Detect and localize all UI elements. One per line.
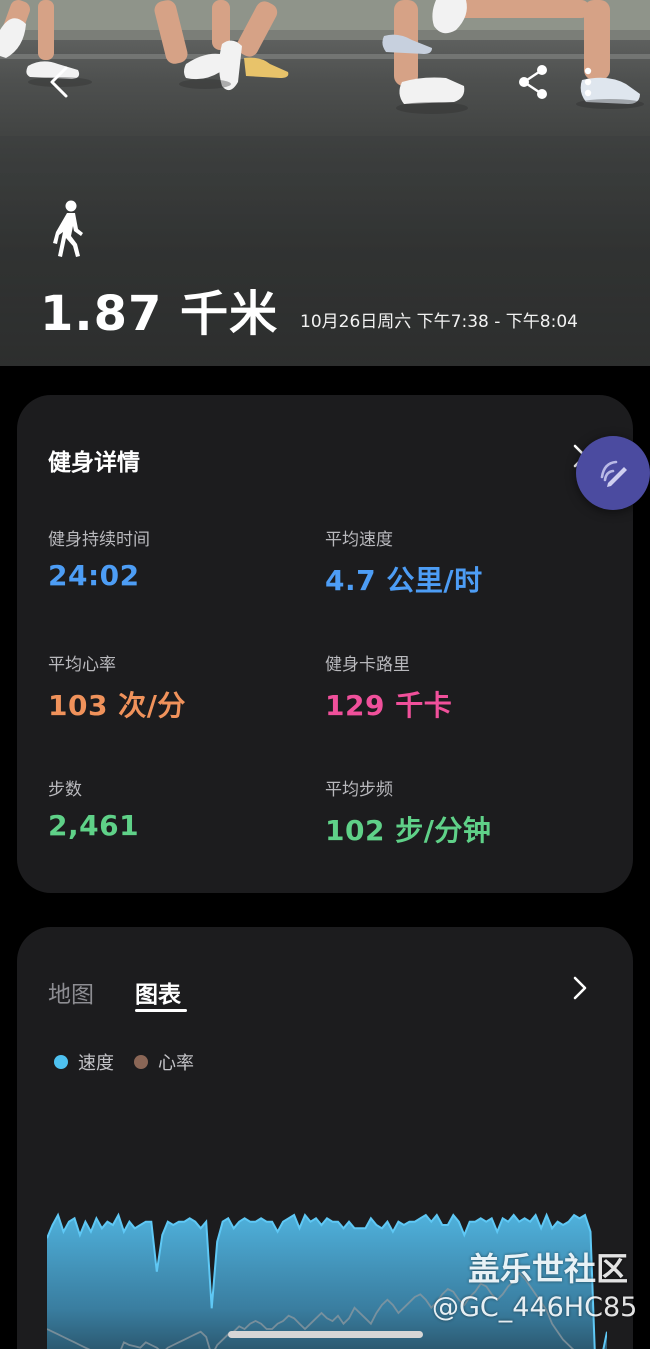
chevron-right-icon xyxy=(573,976,587,1000)
stat-value: 4.7 公里/时 xyxy=(325,564,483,597)
stat-label: 平均心率 xyxy=(48,655,116,675)
tab-map[interactable]: 地图 xyxy=(48,975,94,1009)
stat-value: 24:02 xyxy=(48,559,140,592)
stat-label: 健身卡路里 xyxy=(325,655,410,675)
stat-label: 平均步频 xyxy=(325,780,393,800)
stat-value: 103 次/分 xyxy=(48,689,186,722)
back-button[interactable] xyxy=(40,60,80,104)
stat-steps: 步数 2,461 xyxy=(48,775,139,842)
stat-label: 平均速度 xyxy=(325,530,393,550)
watermark-site: 盖乐世社区 xyxy=(468,1250,629,1288)
details-title: 健身详情 xyxy=(48,450,140,476)
tab-chart[interactable]: 图表 xyxy=(135,975,181,1009)
legend-dot xyxy=(54,1055,68,1069)
legend-label: 速度 xyxy=(78,1053,114,1074)
stat-calories: 健身卡路里 129 千卡 xyxy=(325,650,452,724)
stat-average-speed: 平均速度 4.7 公里/时 xyxy=(325,525,483,599)
workout-detail-screen: 1.87 千米 10月26日周六 下午7:38 - 下午8:04 健身详情 健身… xyxy=(0,0,650,1349)
workout-details-card: 健身详情 健身持续时间 24:02 平均速度 4.7 公里/时 平均心率 103… xyxy=(17,395,633,893)
workout-time-range: 10月26日周六 下午7:38 - 下午8:04 xyxy=(300,312,578,332)
stat-label: 步数 xyxy=(48,780,82,800)
stat-average-cadence: 平均步频 102 步/分钟 xyxy=(325,775,491,849)
legend-item-heart-rate: 心率 xyxy=(134,1049,194,1075)
legend-dot xyxy=(134,1055,148,1069)
stat-value: 2,461 xyxy=(48,809,140,842)
edit-floating-button[interactable] xyxy=(576,436,650,510)
hero-photo: 1.87 千米 10月26日周六 下午7:38 - 下午8:04 xyxy=(0,0,650,366)
legend-label: 心率 xyxy=(158,1053,194,1074)
legend-item-speed: 速度 xyxy=(54,1049,114,1075)
home-indicator[interactable] xyxy=(228,1331,423,1338)
more-options-button[interactable] xyxy=(574,62,602,102)
more-vertical-icon xyxy=(584,67,592,97)
stat-duration: 健身持续时间 24:02 xyxy=(48,525,150,592)
share-icon xyxy=(519,65,547,99)
chart-more-button[interactable] xyxy=(567,975,593,1001)
stat-average-heart-rate: 平均心率 103 次/分 xyxy=(48,650,186,724)
share-button[interactable] xyxy=(514,62,554,102)
edit-pen-icon xyxy=(600,460,627,487)
active-tab-indicator xyxy=(135,1009,187,1012)
walk-icon xyxy=(53,200,83,257)
stat-value: 102 步/分钟 xyxy=(325,814,492,847)
stat-value: 129 千卡 xyxy=(325,689,453,722)
watermark-user: @GC_446HC85 xyxy=(432,1292,638,1323)
workout-distance: 1.87 千米 xyxy=(40,286,279,342)
back-arrow-icon xyxy=(50,66,68,98)
stat-label: 健身持续时间 xyxy=(48,530,150,550)
